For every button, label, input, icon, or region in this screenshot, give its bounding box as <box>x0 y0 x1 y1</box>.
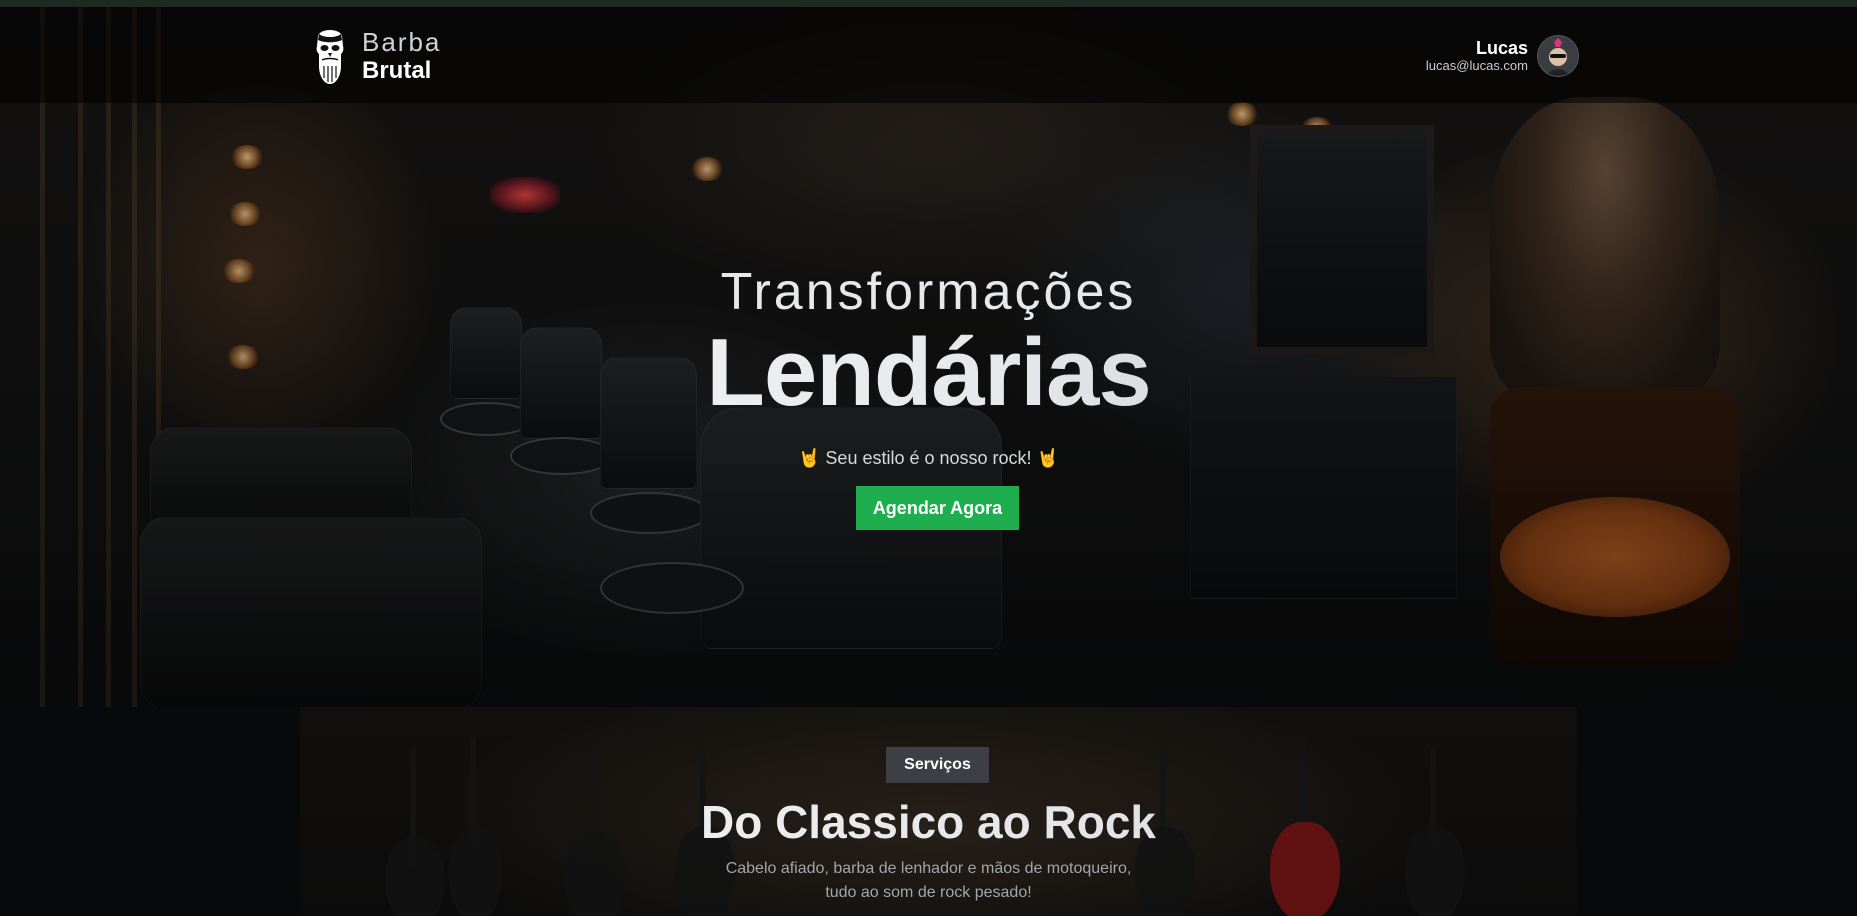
services-description-line1: Cabelo afiado, barba de lenhador e mãos … <box>725 860 1132 877</box>
user-name: Lucas <box>1475 38 1528 59</box>
brand-logo[interactable]: Barba Brutal <box>310 26 441 86</box>
brand-name-line2: Brutal <box>362 57 432 84</box>
bearded-skull-logo-icon <box>316 30 344 84</box>
user-email: lucas@lucas.com <box>1425 57 1528 73</box>
hero-subtitle: Transformações <box>720 263 1137 321</box>
services-title: Do Classico ao Rock <box>0 795 1857 849</box>
services-section: Serviços Do Classico ao Rock Cabelo afia… <box>0 707 1857 916</box>
user-menu[interactable]: Lucas lucas@lucas.com <box>1426 35 1579 77</box>
services-description: Cabelo afiado, barba de lenhador e mãos … <box>0 857 1857 905</box>
hero-title: Lendárias <box>0 318 1857 428</box>
services-description-line2: tudo ao som de rock pesado! <box>825 884 1032 901</box>
schedule-now-button[interactable]: Agendar Agora <box>856 486 1019 530</box>
avatar[interactable] <box>1537 35 1579 77</box>
hero-tagline: 🤘 Seu estilo é o nosso rock! 🤘 <box>798 448 1059 468</box>
user-avatar-icon <box>1538 36 1578 76</box>
site-header: Barba Brutal Lucas lucas@lucas.com <box>0 7 1857 103</box>
brand-name-line1: Barba <box>362 27 442 57</box>
services-badge: Serviços <box>886 747 989 783</box>
hero-content: Transformações Lendárias 🤘 Seu estilo é … <box>0 0 1857 700</box>
